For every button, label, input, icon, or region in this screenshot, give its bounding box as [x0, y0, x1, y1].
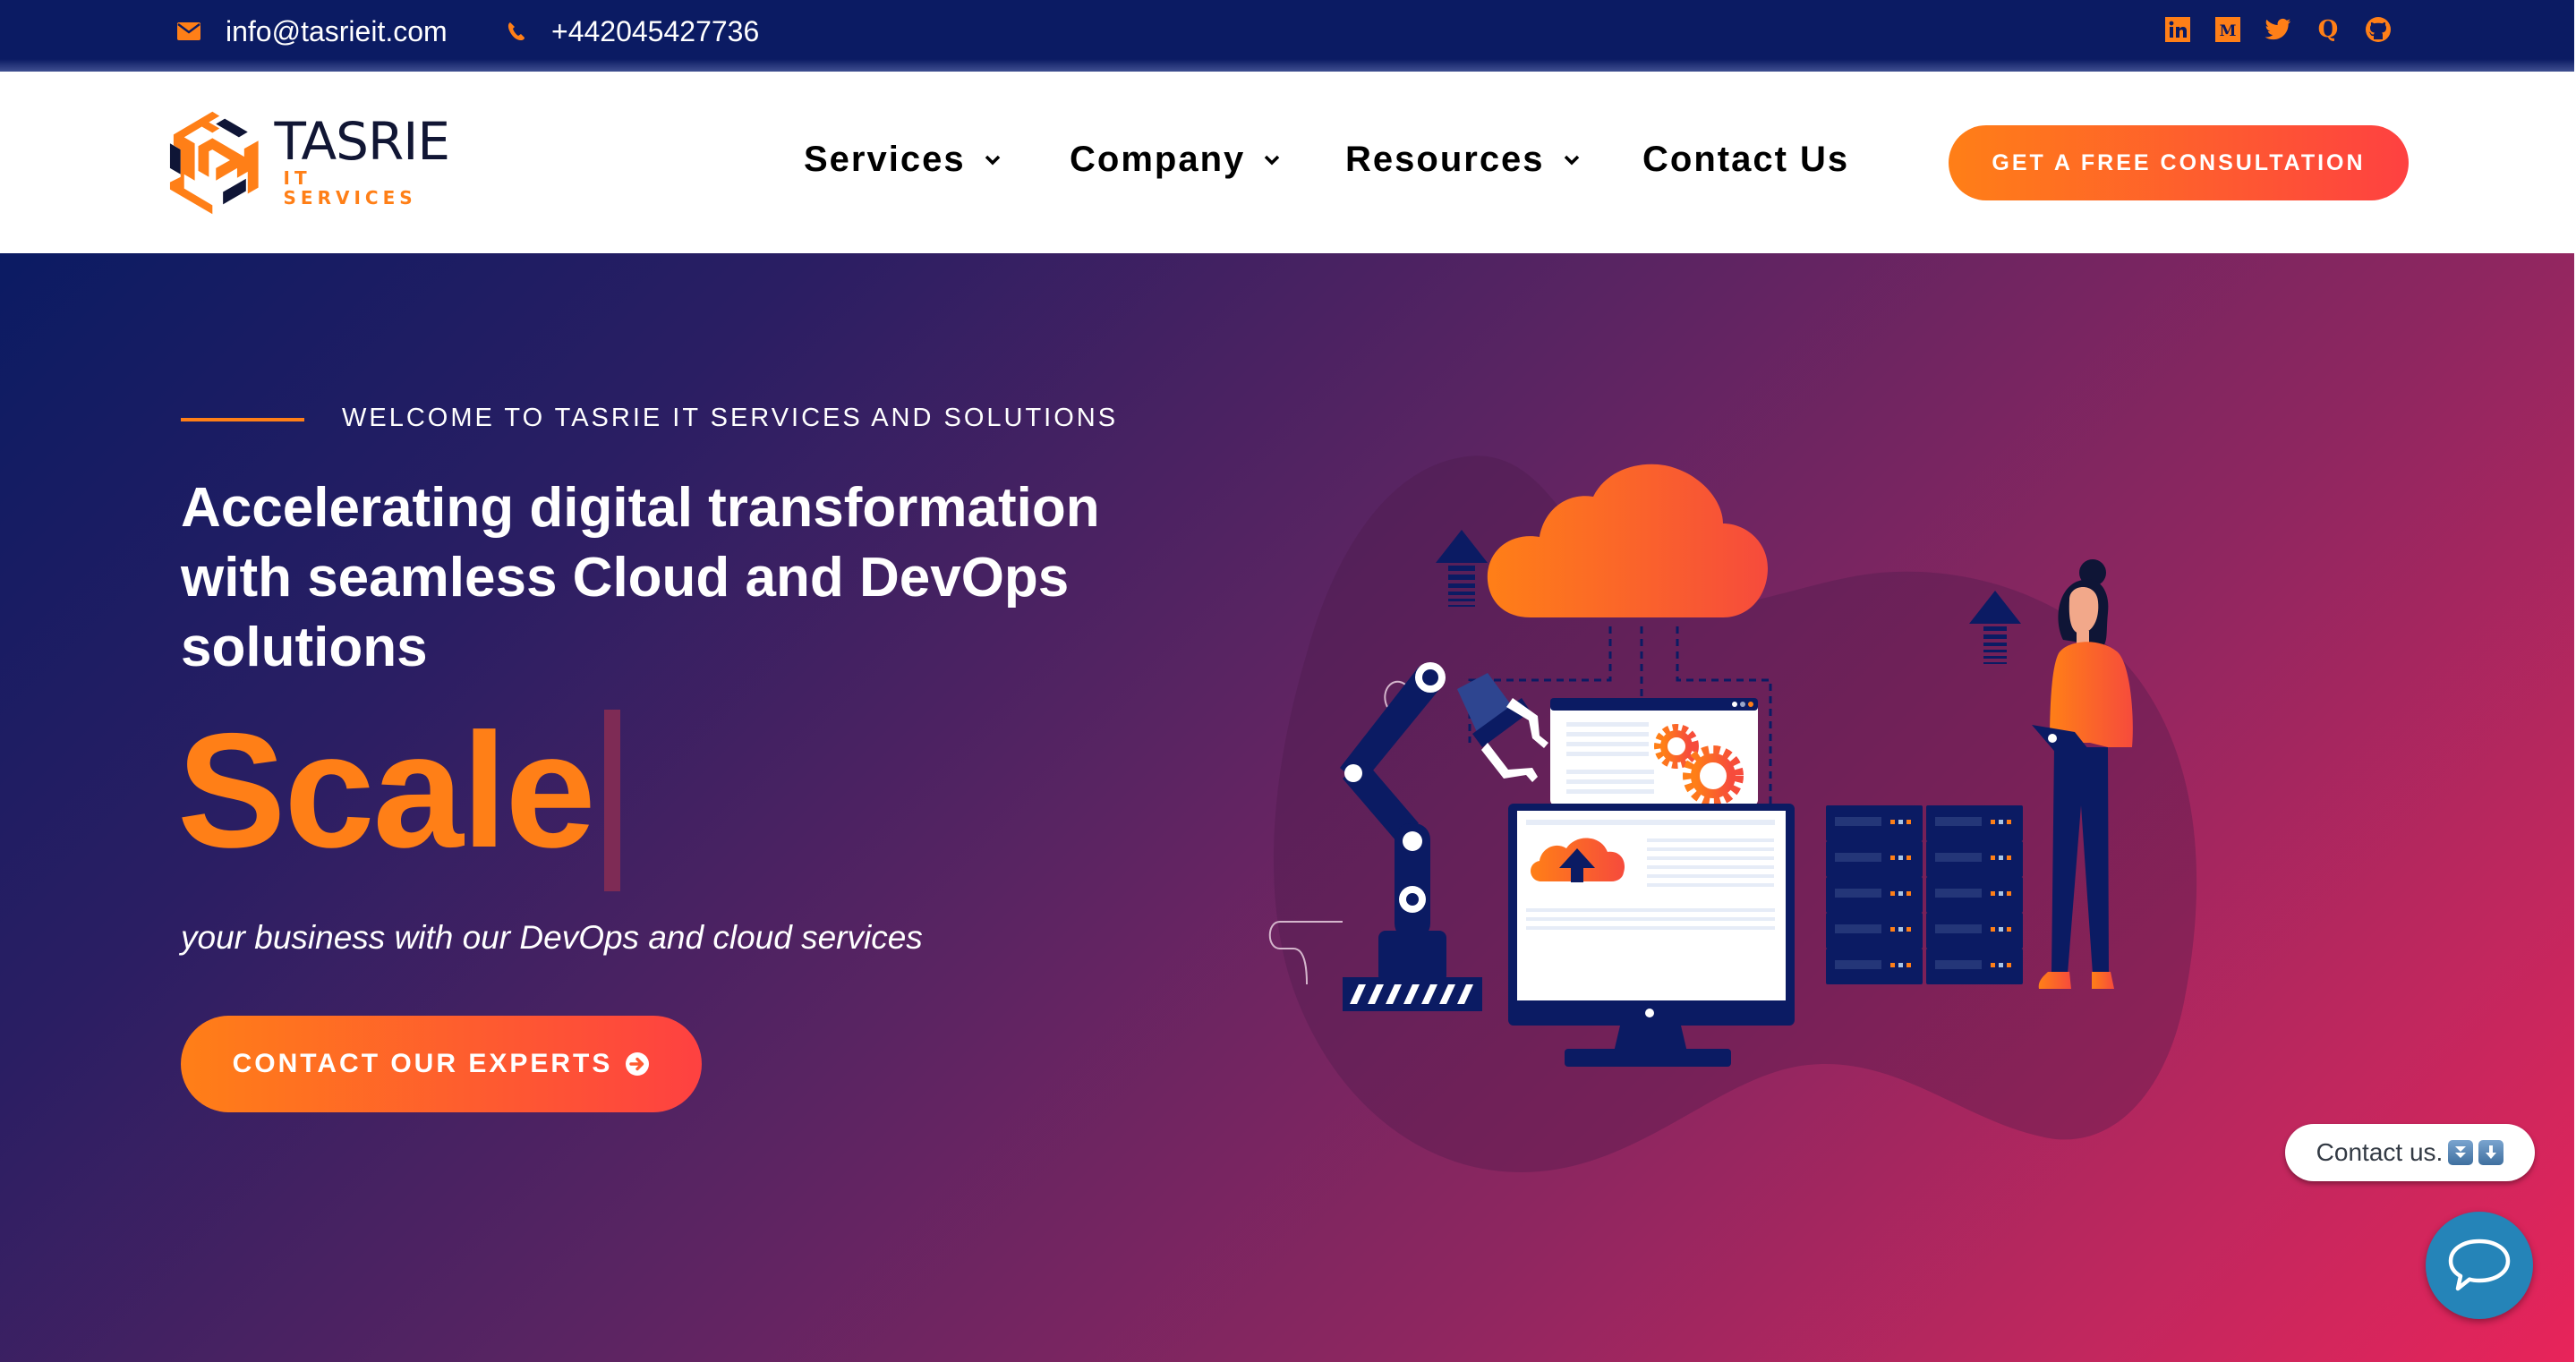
hero-section: WELCOME TO TASRIE IT SERVICES AND SOLUTI… [0, 253, 2574, 1362]
typed-word: Scale [177, 699, 596, 881]
down-arrow-icon [2478, 1140, 2504, 1165]
social-links: M Q [2164, 16, 2392, 43]
free-consultation-button[interactable]: GET A FREE CONSULTATION [1949, 125, 2409, 200]
logo-subtitle: IT SERVICES [283, 167, 417, 209]
hero-headline: Accelerating digital transformation with… [181, 473, 1183, 683]
chat-widget-button[interactable] [2426, 1212, 2533, 1319]
svg-text:M: M [2220, 22, 2237, 40]
company-logo[interactable]: TASRIE IT SERVICES [166, 106, 453, 217]
phone-link[interactable]: +442045427736 [507, 0, 759, 63]
nav-resources-label: Resources [1345, 140, 1545, 179]
settings-window [1550, 698, 1758, 806]
tasrie-cube-logo-icon [169, 107, 260, 215]
main-header: TASRIE IT SERVICES Services Company Reso… [0, 72, 2574, 253]
hero-eyebrow: WELCOME TO TASRIE IT SERVICES AND SOLUTI… [342, 404, 1119, 432]
contact-experts-button[interactable]: CONTACT OUR EXPERTS [181, 1016, 702, 1112]
nav-resources[interactable]: Resources [1345, 140, 1581, 180]
nav-contact-us-label: Contact Us [1642, 140, 1850, 179]
quora-icon[interactable]: Q [2315, 16, 2341, 43]
arrow-circle-right-icon [625, 1051, 650, 1077]
top-contact-bar: info@tasrieit.com +442045427736 M Q [0, 0, 2574, 72]
nav-services-label: Services [804, 140, 966, 179]
typing-cursor [604, 710, 620, 891]
chevron-down-icon [1563, 154, 1581, 166]
medium-icon[interactable]: M [2214, 16, 2241, 43]
twitter-icon[interactable] [2265, 16, 2291, 43]
github-icon[interactable] [2365, 16, 2392, 43]
svg-text:Q: Q [2318, 16, 2339, 43]
contact-experts-label: CONTACT OUR EXPERTS [232, 1049, 613, 1078]
phone-icon [507, 21, 526, 42]
headline-line: with seamless Cloud and DevOps [181, 547, 1070, 609]
contact-pill-text: Contact us. [2316, 1138, 2444, 1166]
chevron-down-icon [1263, 154, 1281, 166]
nav-services[interactable]: Services [804, 140, 1002, 180]
logo-title: TASRIE [274, 111, 450, 172]
envelope-icon [177, 22, 200, 40]
email-link[interactable]: info@tasrieit.com [177, 0, 448, 63]
email-text[interactable]: info@tasrieit.com [226, 15, 448, 48]
nav-contact-us[interactable]: Contact Us [1642, 140, 1849, 180]
nav-company[interactable]: Company [1070, 140, 1281, 180]
phone-text[interactable]: +442045427736 [551, 15, 759, 48]
logo-text: TASRIE IT SERVICES [275, 115, 453, 208]
chevron-down-icon [984, 154, 1002, 166]
headline-line: Accelerating digital transformation [181, 477, 1100, 539]
chat-bubble-icon [2448, 1239, 2511, 1291]
cloud-devops-illustration [1268, 455, 2197, 1172]
double-down-arrow-icon [2448, 1140, 2474, 1165]
eyebrow-divider [181, 418, 304, 421]
hero-subtitle: your business with our DevOps and cloud … [181, 919, 923, 956]
headline-line: solutions [181, 617, 428, 678]
contact-us-pill[interactable]: Contact us. [2285, 1124, 2535, 1181]
nav-company-label: Company [1070, 140, 1246, 179]
linkedin-icon[interactable] [2164, 16, 2191, 43]
